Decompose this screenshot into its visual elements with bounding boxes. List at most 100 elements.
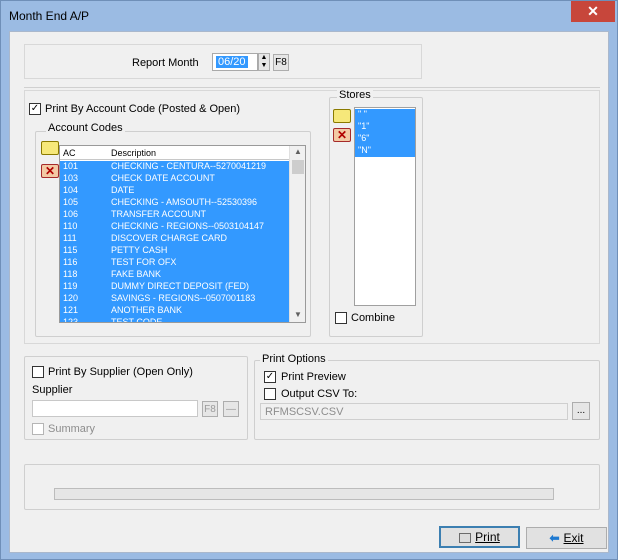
scroll-thumb[interactable]: [292, 160, 304, 174]
supplier-label: Supplier: [32, 384, 73, 396]
progress-bar: [54, 488, 554, 500]
account-code-cell: 118: [63, 269, 78, 279]
account-description-cell: SAVINGS - REGIONS--0507001183: [111, 293, 256, 303]
stores-legend: Stores: [337, 89, 373, 101]
store-item[interactable]: "6": [355, 133, 415, 145]
account-code-cell: 120: [63, 293, 79, 303]
scroll-up-arrow-icon[interactable]: ▲: [294, 147, 302, 156]
account-description-cell: FAKE BANK: [111, 269, 162, 279]
account-row[interactable]: 123 TEST CODE: [60, 317, 289, 323]
printer-icon: [459, 532, 472, 543]
exit-button[interactable]: ⬅ Exit: [526, 527, 607, 549]
report-month-value: 06/20: [216, 56, 248, 68]
account-row[interactable]: 119 DUMMY DIRECT DEPOSIT (FED): [60, 281, 289, 293]
column-header-description[interactable]: Description: [111, 148, 156, 158]
account-row[interactable]: 115 PETTY CASH: [60, 245, 289, 257]
account-description-cell: CHECKING - CENTURA--5270041219: [111, 161, 267, 171]
account-code-cell: 111: [63, 233, 77, 243]
output-csv-label: Output CSV To:: [281, 388, 358, 400]
select-all-icon[interactable]: [41, 141, 59, 155]
dialog-client-area: Report Month 06/20 ▲ ▼ F8 ✓ Print By Acco…: [9, 31, 609, 553]
account-description-cell: CHECK DATE ACCOUNT: [111, 173, 215, 183]
summary-label: Summary: [48, 423, 96, 435]
account-row[interactable]: 111 DISCOVER CHARGE CARD: [60, 233, 289, 245]
exit-arrow-icon: ⬅: [549, 531, 560, 545]
account-description-cell: ANOTHER BANK: [111, 305, 183, 315]
account-row[interactable]: 104 DATE: [60, 185, 289, 197]
combine-label: Combine: [351, 312, 396, 324]
print-preview-checkbox[interactable]: ✓: [264, 371, 276, 383]
account-row[interactable]: 103 CHECK DATE ACCOUNT: [60, 173, 289, 185]
account-description-cell: TEST CODE: [111, 317, 163, 323]
store-item[interactable]: "1": [355, 121, 415, 133]
csv-browse-button[interactable]: ...: [572, 402, 590, 420]
output-csv-checkbox[interactable]: [264, 388, 276, 400]
account-row[interactable]: 106 TRANSFER ACCOUNT: [60, 209, 289, 221]
account-row[interactable]: 121 ANOTHER BANK: [60, 305, 289, 317]
report-month-lookup-button[interactable]: F8: [273, 54, 289, 71]
account-description-cell: TRANSFER ACCOUNT: [111, 209, 207, 219]
title-bar[interactable]: Month End A/P ✕: [1, 1, 617, 31]
top-separator: [24, 87, 600, 88]
summary-checkbox[interactable]: [32, 423, 44, 435]
account-code-cell: 104: [63, 185, 79, 195]
account-description-cell: TEST FOR OFX: [111, 257, 177, 267]
account-description-cell: CHECKING - AMSOUTH--52530396: [111, 197, 258, 207]
report-month-spinner[interactable]: ▲ ▼: [258, 53, 270, 71]
print-button[interactable]: Print: [439, 526, 520, 548]
account-code-cell: 116: [63, 257, 78, 267]
account-code-cell: 105: [63, 197, 79, 207]
exit-button-label: Exit: [563, 531, 584, 545]
grid-vertical-scrollbar[interactable]: ▲ ▼: [289, 146, 305, 322]
account-row[interactable]: 120 SAVINGS - REGIONS--0507001183: [60, 293, 289, 305]
print-options-legend: Print Options: [260, 353, 328, 365]
supplier-lookup-button[interactable]: F8: [202, 401, 218, 417]
account-codes-grid[interactable]: AC Description 101 CHECKING - CENTURA--52…: [59, 145, 306, 323]
account-code-cell: 121: [63, 305, 79, 315]
print-button-label: Print: [475, 530, 500, 544]
report-month-panel: Report Month 06/20 ▲ ▼ F8: [24, 44, 422, 79]
store-item[interactable]: "N": [355, 145, 415, 157]
window-title: Month End A/P: [9, 9, 90, 23]
account-code-cell: 103: [63, 173, 79, 183]
scroll-down-arrow-icon[interactable]: ▼: [294, 310, 302, 319]
csv-path-input[interactable]: RFMSCSV.CSV: [260, 403, 568, 420]
account-code-cell: 106: [63, 209, 79, 219]
column-header-ac[interactable]: AC: [63, 148, 76, 158]
account-description-cell: CHECKING - REGIONS--0503104147: [111, 221, 265, 231]
account-row[interactable]: 110 CHECKING - REGIONS--0503104147: [60, 221, 289, 233]
stores-list[interactable]: " " "1" "6" "N": [354, 107, 416, 306]
account-description-cell: DUMMY DIRECT DEPOSIT (FED): [111, 281, 250, 291]
clear-selection-icon[interactable]: ✕: [41, 164, 59, 178]
store-item[interactable]: " ": [355, 109, 415, 121]
month-end-ap-window: Month End A/P ✕ Report Month 06/20 ▲ ▼ F8…: [0, 0, 618, 560]
account-description-cell: DISCOVER CHARGE CARD: [111, 233, 228, 243]
account-code-cell: 115: [63, 245, 78, 255]
grid-header: AC Description: [60, 146, 289, 160]
account-code-cell: 119: [63, 281, 78, 291]
account-codes-legend: Account Codes: [46, 122, 125, 134]
account-description-cell: DATE: [111, 185, 135, 195]
print-by-account-label: Print By Account Code (Posted & Open): [45, 103, 241, 115]
account-code-cell: 110: [63, 221, 78, 231]
print-preview-label: Print Preview: [281, 371, 346, 383]
print-by-supplier-label: Print By Supplier (Open Only): [48, 366, 193, 378]
close-button[interactable]: ✕: [571, 1, 615, 22]
supplier-clear-button[interactable]: —: [223, 401, 239, 417]
account-row[interactable]: 116 TEST FOR OFX: [60, 257, 289, 269]
progress-group: [24, 464, 600, 510]
account-code-cell: 101: [63, 161, 79, 171]
account-and-stores-panel: ✓ Print By Account Code (Posted & Open) …: [24, 89, 600, 344]
print-by-account-checkbox[interactable]: ✓: [29, 103, 41, 115]
print-by-supplier-checkbox[interactable]: [32, 366, 44, 378]
combine-checkbox[interactable]: [335, 312, 347, 324]
account-row[interactable]: 105 CHECKING - AMSOUTH--52530396: [60, 197, 289, 209]
report-month-label: Report Month: [132, 57, 199, 69]
report-month-input[interactable]: 06/20: [212, 53, 258, 71]
account-row[interactable]: 118 FAKE BANK: [60, 269, 289, 281]
stores-select-all-icon[interactable]: [333, 109, 351, 123]
stores-clear-icon[interactable]: ✕: [333, 128, 351, 142]
supplier-input[interactable]: [32, 400, 198, 417]
account-code-cell: 123: [63, 317, 79, 323]
account-row[interactable]: 101 CHECKING - CENTURA--5270041219: [60, 161, 289, 173]
